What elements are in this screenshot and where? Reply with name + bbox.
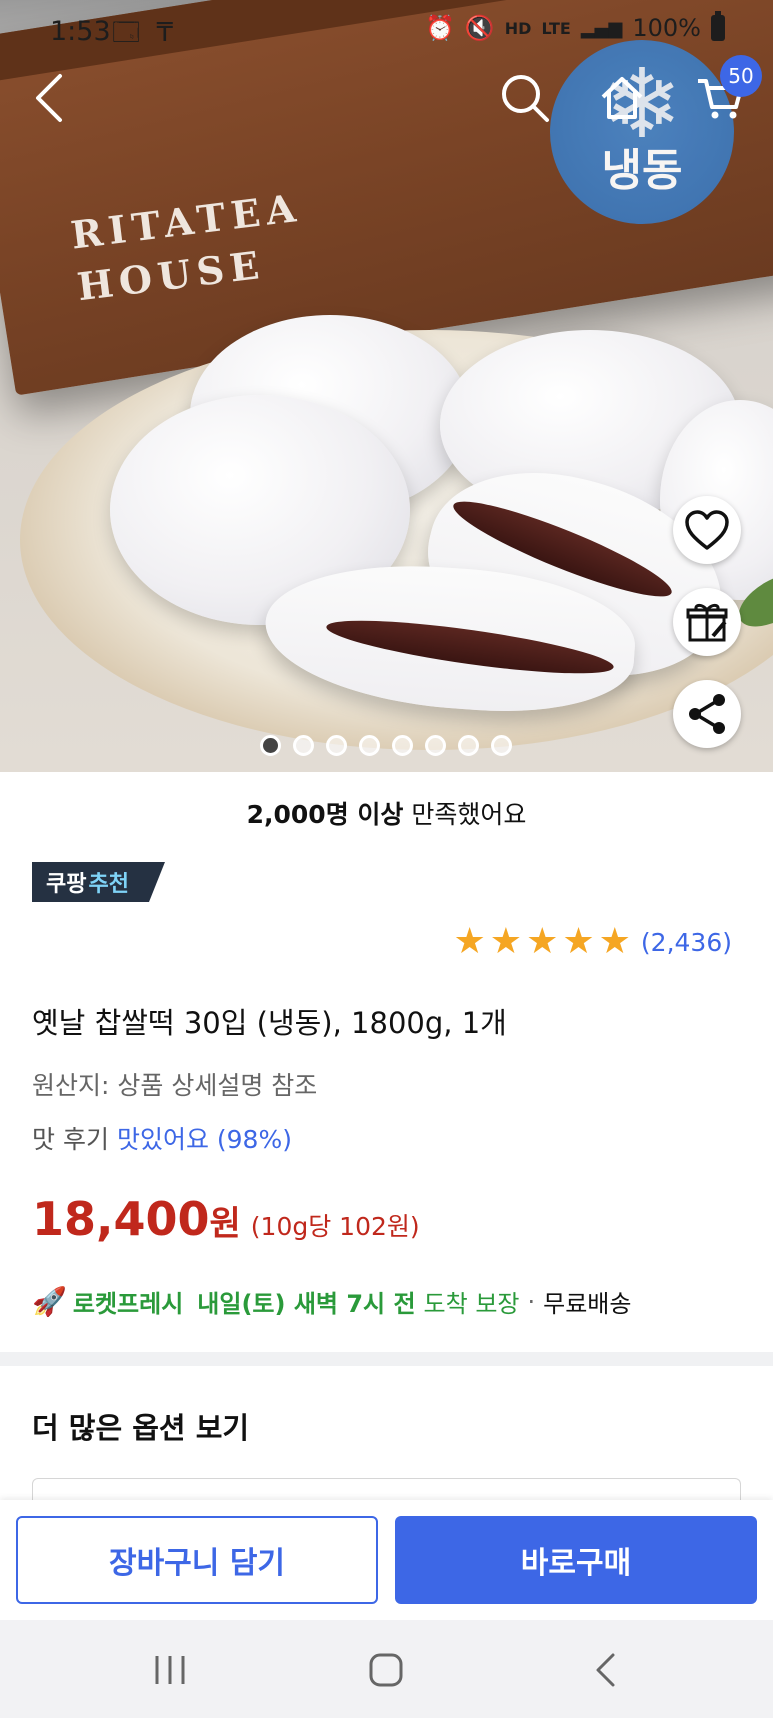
taste-label: 맛 후기: [32, 1125, 109, 1154]
pagination-dot[interactable]: [392, 735, 413, 756]
delivery-guarantee: 도착 보장: [423, 1290, 520, 1318]
system-back-icon: [596, 1653, 615, 1687]
alarm-icon: ⏰: [425, 14, 455, 42]
pagination-dot[interactable]: [293, 735, 314, 756]
battery-percent: 100%: [632, 14, 701, 42]
pagination-dot[interactable]: [260, 735, 281, 756]
pagination-dot[interactable]: [359, 735, 380, 756]
section-divider: [0, 1352, 773, 1366]
lte-icon: LTE: [541, 18, 571, 38]
pagination-dot[interactable]: [458, 735, 479, 756]
gift-button[interactable]: [673, 588, 741, 656]
delivery-info: 🚀 로켓프레시 내일(토) 새벽 7시 전 도착 보장 · 무료배송: [32, 1284, 631, 1319]
status-left-icons: 🗔 ₸: [112, 18, 177, 48]
share-button[interactable]: [673, 680, 741, 748]
star-icon: ★: [598, 921, 631, 962]
delivery-brand: 로켓프레시: [72, 1290, 184, 1318]
taste-value: 맛있어요 (98%): [116, 1125, 292, 1154]
search-button[interactable]: [495, 68, 555, 128]
heart-icon: [685, 510, 729, 550]
signal-icon: ▂▄▆: [580, 17, 623, 39]
action-bar: 장바구니 담기 바로구매: [0, 1500, 773, 1620]
star-icon: ★: [453, 921, 486, 962]
battery-icon: [711, 11, 725, 41]
share-icon: [689, 694, 725, 734]
satisfied-count: 2,000명 이상: [246, 800, 404, 829]
home-icon: [601, 77, 643, 119]
delivery-separator: ·: [527, 1287, 536, 1316]
buy-now-button[interactable]: 바로구매: [395, 1516, 757, 1604]
star-icon: ★: [526, 921, 559, 962]
pagination-dot[interactable]: [326, 735, 347, 756]
badge-accent: 추천: [88, 872, 129, 897]
star-icon: ★: [489, 921, 523, 962]
search-icon: [502, 75, 549, 122]
delivery-time: 내일(토) 새벽 7시 전: [197, 1290, 416, 1318]
gift-icon: [686, 603, 728, 642]
more-options-heading: 더 많은 옵션 보기: [32, 1411, 250, 1445]
add-to-cart-button[interactable]: 장바구니 담기: [16, 1516, 378, 1604]
pagination-dot[interactable]: [491, 735, 512, 756]
unit-price: (10g당 102원): [250, 1212, 420, 1241]
mute-icon: 🔇: [464, 14, 495, 42]
badge-main: 쿠팡: [46, 872, 87, 897]
frozen-label: 냉동: [601, 145, 683, 196]
wishlist-button[interactable]: [673, 496, 741, 564]
back-button[interactable]: [20, 68, 80, 128]
recommend-badge: 쿠팡 추천: [32, 862, 165, 902]
rocket-icon: 🚀: [32, 1285, 67, 1318]
recent-apps-button[interactable]: [150, 1648, 190, 1692]
system-back-button[interactable]: [585, 1648, 625, 1692]
rating[interactable]: ★ ★ ★ ★ ★ (2,436): [454, 922, 732, 962]
status-time: 1:53: [50, 16, 111, 47]
home-button[interactable]: [592, 68, 652, 128]
review-count-link[interactable]: (2,436): [641, 928, 732, 957]
system-nav-bar: [0, 1620, 773, 1718]
satisfied-text: 만족했어요: [403, 800, 527, 829]
system-home-button[interactable]: [364, 1648, 408, 1692]
chevron-left-icon: [36, 74, 62, 122]
taste-review[interactable]: 맛 후기 맛있어요 (98%): [32, 1120, 292, 1156]
satisfaction-banner: 2,000명 이상 만족했어요: [0, 795, 773, 831]
product-title: 옛날 찹쌀떡 30입 (냉동), 1800g, 1개: [32, 1006, 507, 1040]
recent-apps-icon: [155, 1656, 185, 1684]
star-icon: ★: [562, 921, 595, 962]
price-amount: 18,400: [32, 1192, 210, 1246]
price-currency: 원: [209, 1204, 241, 1244]
free-shipping: 무료배송: [543, 1290, 632, 1318]
pagination-dot[interactable]: [425, 735, 446, 756]
origin-info: 원산지: 상품 상세설명 참조: [32, 1071, 318, 1100]
hd-voice-icon: HD: [504, 18, 532, 38]
image-pagination[interactable]: [260, 735, 512, 756]
price: 18,400 원 (10g당 102원): [32, 1192, 420, 1246]
system-home-icon: [369, 1653, 403, 1687]
cart-count-badge: 50: [720, 55, 762, 97]
